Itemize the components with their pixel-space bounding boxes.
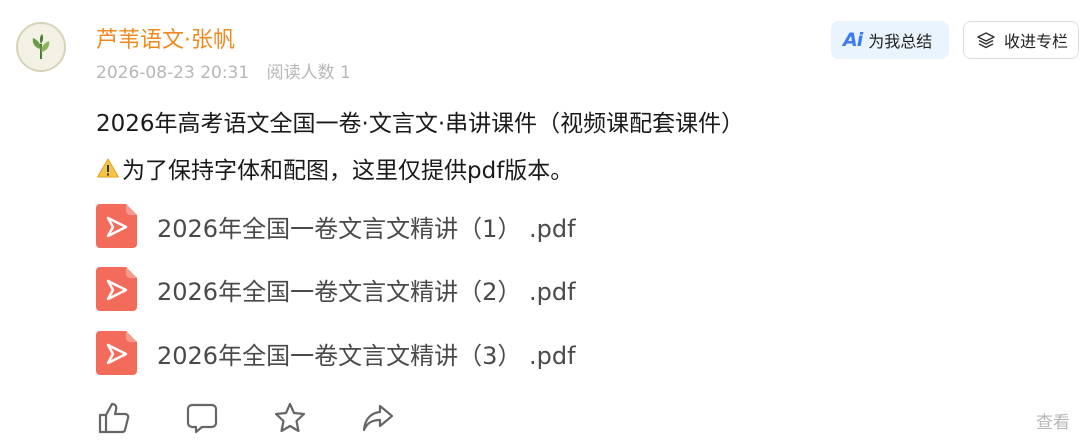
file-item-2[interactable]: 2026年全国一卷文言文精讲（2） .pdf (96, 267, 576, 311)
file-name: 2026年全国一卷文言文精讲（1） .pdf (157, 214, 576, 243)
leaf-sprout-icon (32, 34, 50, 59)
post-title: 2026年高考语文全国一卷·文言文·串讲课件（视频课配套课件） (96, 111, 745, 137)
author-avatar[interactable] (16, 22, 66, 72)
pdf-icon (96, 267, 137, 311)
author-name[interactable]: 芦苇语文·张帆 (96, 22, 235, 54)
warning-icon (97, 158, 119, 178)
ai-summary-button[interactable]: Ai 为我总结 (831, 21, 949, 59)
collect-column-label: 收进专栏 (1004, 32, 1069, 51)
pdf-icon (96, 331, 137, 375)
ai-summary-label: 为我总结 (868, 32, 933, 51)
action-bar (96, 400, 448, 436)
post-meta: 2026-08-23 20:31 阅读人数 1 (96, 58, 351, 83)
like-icon[interactable] (96, 400, 132, 436)
ai-icon: Ai (843, 29, 863, 51)
collect-column-button[interactable]: 收进专栏 (963, 21, 1079, 59)
star-icon[interactable] (272, 400, 308, 436)
file-item-1[interactable]: 2026年全国一卷文言文精讲（1） .pdf (96, 204, 576, 248)
file-item-3[interactable]: 2026年全国一卷文言文精讲（3） .pdf (96, 331, 576, 375)
file-name: 2026年全国一卷文言文精讲（3） .pdf (157, 341, 576, 370)
post-notice: 为了保持字体和配图，这里仅提供pdf版本。 (96, 151, 573, 185)
file-name: 2026年全国一卷文言文精讲（2） .pdf (157, 277, 576, 306)
view-more-link[interactable]: 查看 (1036, 408, 1070, 433)
stack-icon (977, 32, 995, 49)
notice-text: 为了保持字体和配图，这里仅提供pdf版本。 (122, 158, 574, 184)
read-count: 阅读人数 1 (266, 63, 351, 83)
post-date: 2026-08-23 20:31 (96, 63, 250, 83)
post-card: 芦苇语文·张帆 2026-08-23 20:31 阅读人数 1 Ai 为我总结 … (0, 0, 1080, 441)
comment-icon[interactable] (184, 400, 220, 436)
pdf-icon (96, 204, 137, 248)
share-icon[interactable] (360, 400, 396, 436)
